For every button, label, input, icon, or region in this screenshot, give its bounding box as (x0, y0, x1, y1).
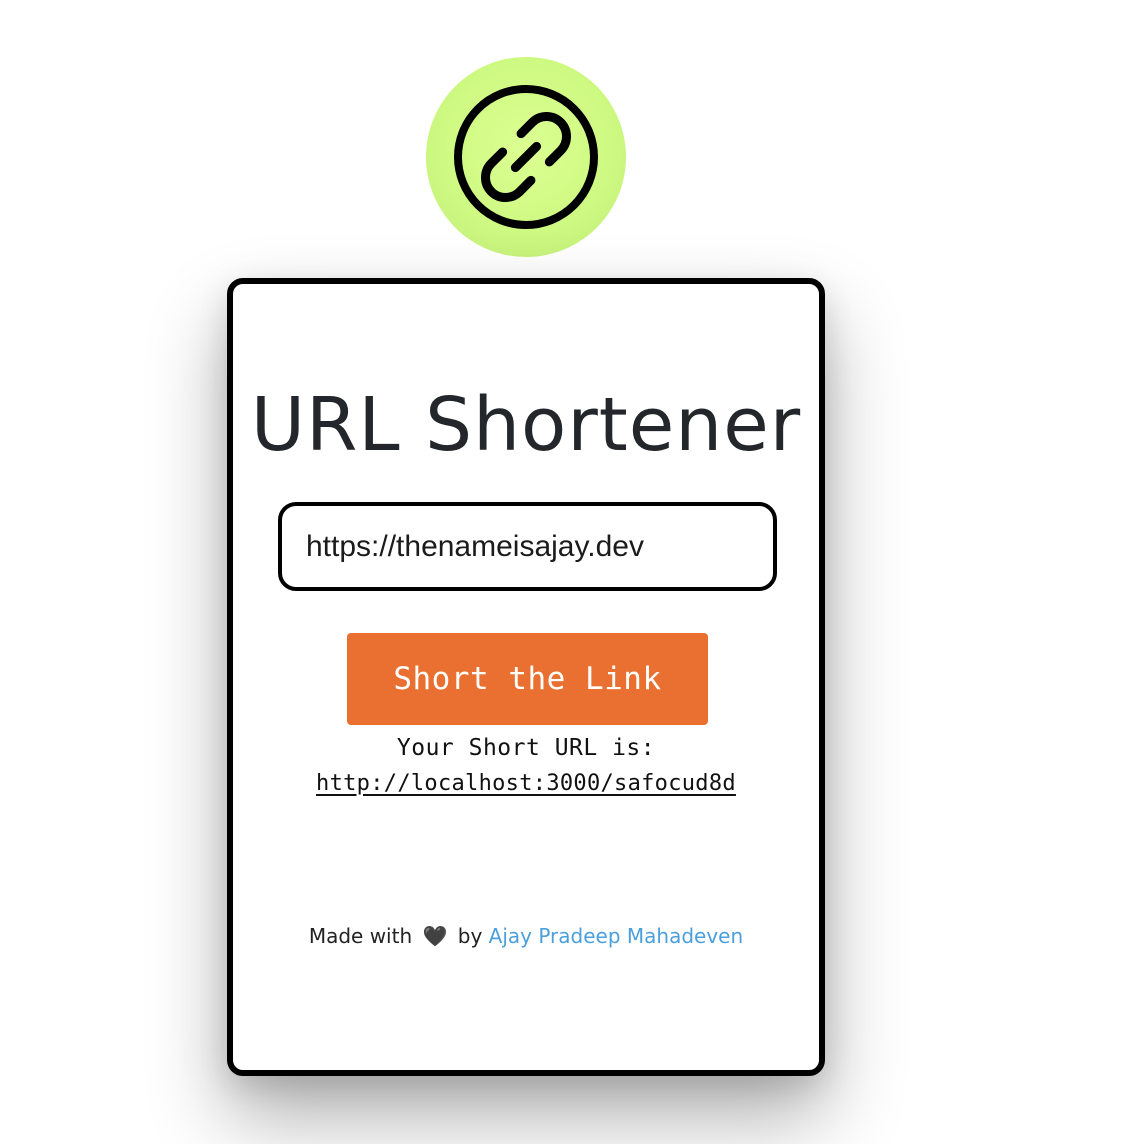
short-url-link[interactable]: http://localhost:3000/safocud8d (316, 771, 736, 796)
shorten-button[interactable]: Short the Link (347, 633, 708, 725)
shortener-card: URL Shortener Short the Link Your Short … (227, 278, 825, 1076)
footer-by: by (457, 924, 483, 948)
page-title: URL Shortener (250, 382, 802, 468)
url-input[interactable] (278, 502, 777, 591)
result-link-container: http://localhost:3000/safocud8d (233, 771, 819, 796)
heart-icon: 🖤 (422, 924, 448, 948)
result-label: Your Short URL is: (396, 735, 656, 761)
logo-badge (426, 57, 626, 257)
link-icon (454, 85, 598, 229)
footer-prefix: Made with (308, 924, 413, 948)
page: URL Shortener Short the Link Your Short … (0, 0, 1128, 1144)
footer: Made with 🖤 by Ajay Pradeep Mahadeven (233, 924, 819, 948)
author-link[interactable]: Ajay Pradeep Mahadeven (489, 924, 744, 948)
